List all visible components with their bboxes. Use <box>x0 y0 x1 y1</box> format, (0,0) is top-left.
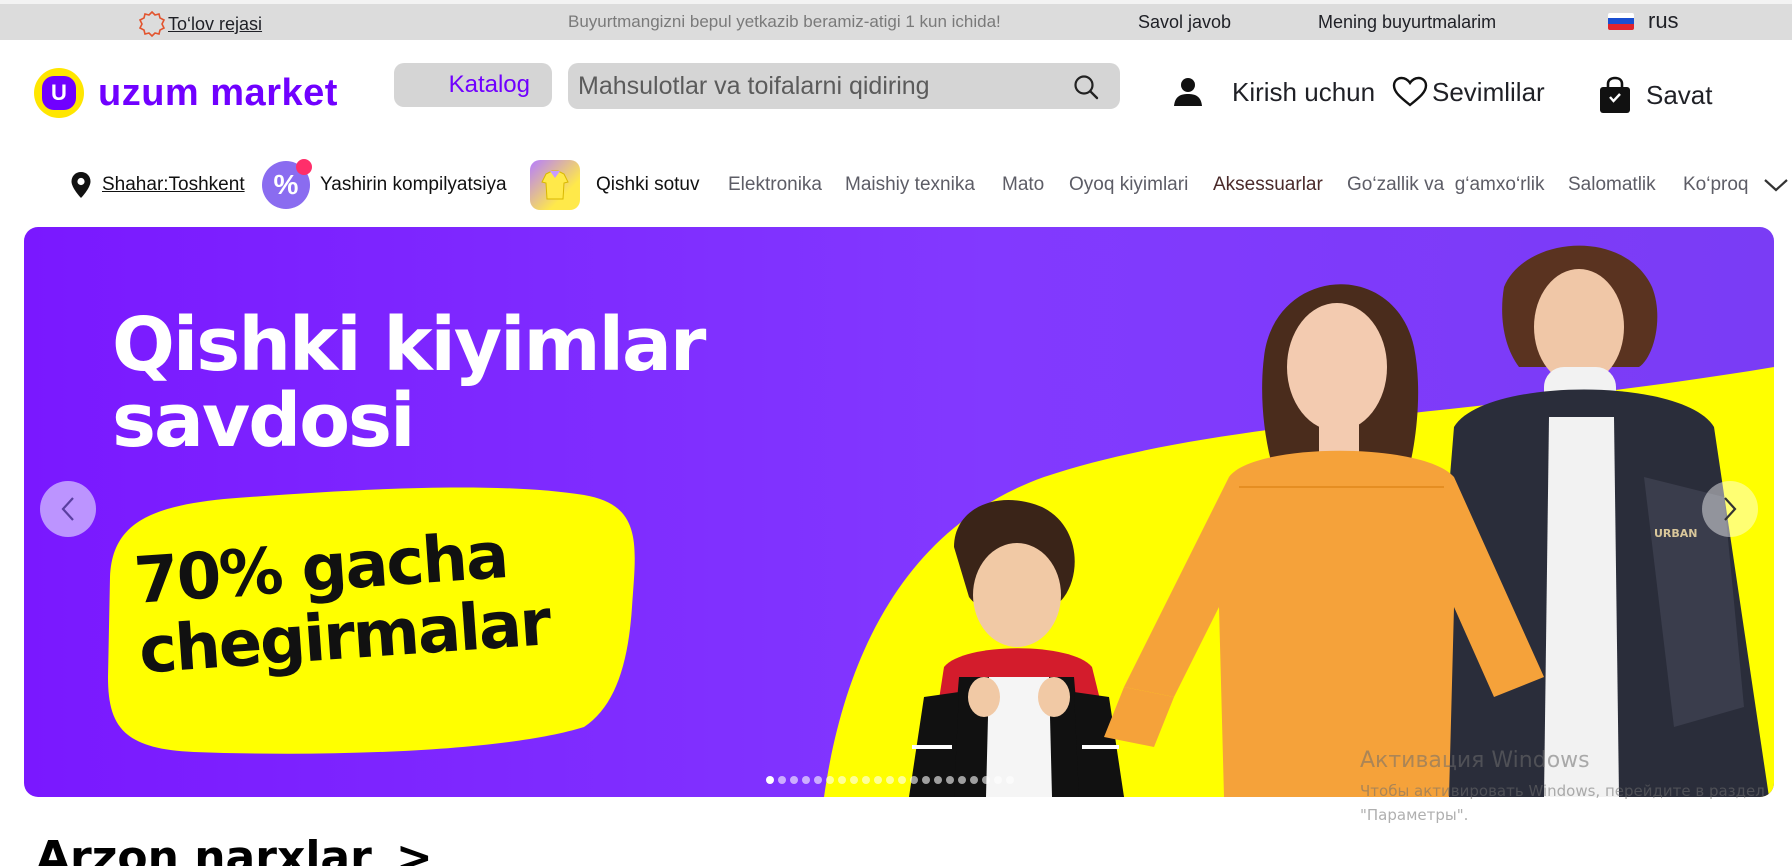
pagination-dot[interactable] <box>922 776 930 784</box>
section-arrow-icon[interactable]: > <box>396 832 433 866</box>
cart-button[interactable]: Savat <box>1598 76 1713 114</box>
pagination-dot[interactable] <box>1006 776 1014 784</box>
banner-next-button[interactable] <box>1702 481 1758 537</box>
pagination-dot[interactable] <box>910 776 918 784</box>
category-health[interactable]: Salomatlik <box>1568 150 1656 220</box>
category-fabric[interactable]: Mato <box>1002 150 1044 220</box>
city-selector[interactable]: Shahar:Toshkent <box>70 150 245 220</box>
pagination-dot[interactable] <box>838 776 846 784</box>
main-header: U uzum market Katalog Kirish uchun Sevim… <box>0 40 1792 150</box>
favorites-label[interactable]: Sevimlilar <box>1432 77 1545 108</box>
pagination-dot[interactable] <box>946 776 954 784</box>
pagination-dot[interactable] <box>802 776 810 784</box>
favorites-button[interactable]: Sevimlilar <box>1392 76 1545 108</box>
my-orders-link[interactable]: Mening buyurtmalarim <box>1318 10 1496 34</box>
pagination-dot[interactable] <box>790 776 798 784</box>
percent-badge-icon: % <box>262 159 312 209</box>
winter-sale-link[interactable]: Qishki sotuv <box>530 150 699 220</box>
category-more[interactable]: Ko‘proq <box>1683 150 1789 220</box>
jacket-print-text: URBAN <box>1654 527 1698 540</box>
jacket-icon <box>541 170 569 200</box>
heart-icon <box>1392 76 1428 107</box>
logo-text: uzum market <box>98 71 338 114</box>
chevron-down-icon[interactable] <box>1763 177 1789 193</box>
pagination-dot[interactable] <box>814 776 822 784</box>
faq-link[interactable]: Savol javob <box>1138 10 1231 34</box>
chevron-left-icon <box>61 497 74 521</box>
more-label[interactable]: Ko‘proq <box>1683 174 1749 196</box>
language-label[interactable]: rus <box>1648 9 1679 33</box>
pagination-dot[interactable] <box>886 776 894 784</box>
pagination-dot[interactable] <box>898 776 906 784</box>
percent-sign: % <box>273 169 299 200</box>
category-beauty-care[interactable]: Go‘zallik va g‘amxo‘rlik <box>1347 150 1544 220</box>
section-title-text[interactable]: Arzon narxlar <box>36 832 372 866</box>
location-pin-icon <box>71 172 91 198</box>
banner-title: Qishki kiyimlar savdosi <box>112 302 706 464</box>
banner-pagination <box>766 776 1014 784</box>
notification-dot <box>296 159 312 175</box>
pagination-dot[interactable] <box>982 776 990 784</box>
user-icon <box>1174 78 1202 106</box>
category-electronics[interactable]: Elektronika <box>728 150 822 220</box>
pagination-dot[interactable] <box>778 776 786 784</box>
search-input[interactable] <box>578 63 1048 109</box>
category-footwear[interactable]: Oyoq kiyimlari <box>1069 150 1188 220</box>
payment-plan-link[interactable]: To‘lov rejasi <box>138 10 262 38</box>
uzum-market-logo[interactable]: U uzum market <box>34 68 338 118</box>
cheap-prices-heading[interactable]: Arzon narxlar > <box>36 832 433 866</box>
winter-sale-label[interactable]: Qishki sotuv <box>596 174 699 196</box>
login-button[interactable]: Kirish uchun <box>1172 76 1375 108</box>
login-label[interactable]: Kirish uchun <box>1232 77 1375 108</box>
windows-activation-text-2: "Параметры". <box>1360 806 1469 824</box>
hero-banner[interactable]: URBAN Qishki kiyimlar savdosi 70% gacha … <box>24 227 1774 797</box>
banner-prev-button[interactable] <box>40 481 96 537</box>
windows-activation-text: Чтобы активировать Windows, перейдите в … <box>1360 782 1765 800</box>
russia-flag-icon <box>1608 12 1634 30</box>
shopping-bag-icon <box>1600 76 1630 113</box>
hidden-collection-link[interactable]: % Yashirin kompilyatsiya <box>262 150 507 220</box>
pagination-dot[interactable] <box>874 776 882 784</box>
pagination-dot[interactable] <box>766 776 774 784</box>
windows-activation-title: Активация Windows <box>1360 748 1590 773</box>
payment-plan-label[interactable]: To‘lov rejasi <box>168 12 262 36</box>
cart-label[interactable]: Savat <box>1646 80 1713 111</box>
category-home-appliances[interactable]: Maishiy texnika <box>845 150 975 220</box>
pagination-dot[interactable] <box>862 776 870 784</box>
banner-title-line2: savdosi <box>112 378 415 464</box>
pagination-dot[interactable] <box>958 776 966 784</box>
top-info-bar: To‘lov rejasi Buyurtmangizni bepul yetka… <box>0 0 1792 40</box>
chevron-right-icon <box>1724 497 1737 521</box>
pagination-dot[interactable] <box>850 776 858 784</box>
city-label[interactable]: Shahar:Toshkent <box>102 174 245 196</box>
free-delivery-promo: Buyurtmangizni bepul yetkazib beramiz-at… <box>568 12 1001 31</box>
hidden-collection-label[interactable]: Yashirin kompilyatsiya <box>320 174 507 196</box>
language-switcher[interactable]: rus <box>1608 9 1679 33</box>
winter-sale-icon <box>530 160 580 210</box>
pagination-dot[interactable] <box>934 776 942 784</box>
logo-badge-icon: U <box>34 68 84 118</box>
category-accessories[interactable]: Aksessuarlar <box>1213 150 1323 220</box>
logo-letter: U <box>42 76 76 110</box>
search-icon[interactable] <box>1072 73 1100 101</box>
category-nav: Shahar:Toshkent % Yashirin kompilyatsiya… <box>0 150 1792 220</box>
banner-sale-text: 70% gacha chegirmalar <box>132 518 552 689</box>
search-box <box>568 63 1120 109</box>
catalog-button[interactable]: Katalog <box>394 63 552 107</box>
banner-title-line1: Qishki kiyimlar <box>112 302 706 388</box>
pagination-dot[interactable] <box>826 776 834 784</box>
pagination-dot[interactable] <box>970 776 978 784</box>
payment-badge-icon <box>138 10 166 38</box>
pagination-dot[interactable] <box>994 776 1002 784</box>
